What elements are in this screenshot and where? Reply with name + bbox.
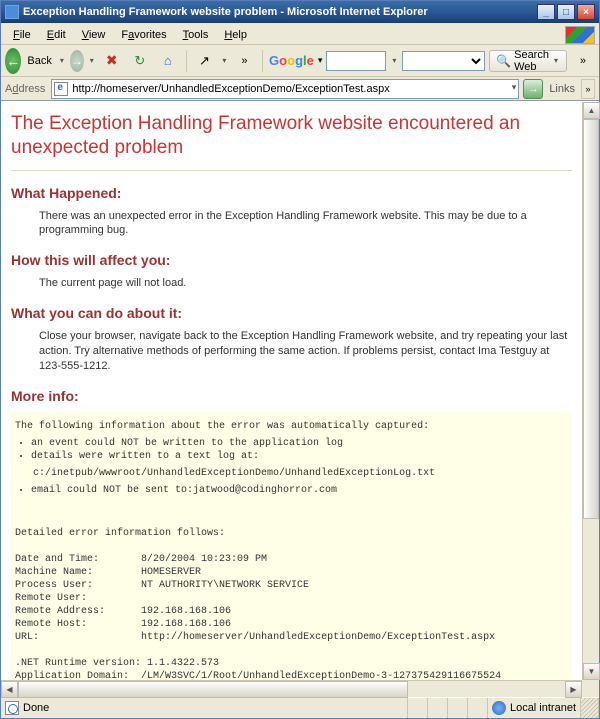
field-value: http://homeserver/UnhandledExceptionDemo… — [141, 632, 495, 643]
close-button[interactable]: × — [577, 4, 595, 20]
search-web-button[interactable]: 🔍 Search Web ▾ — [489, 50, 567, 72]
scroll-left-button[interactable]: ◀ — [1, 681, 18, 698]
back-dropdown-icon[interactable]: ▾ — [58, 56, 66, 65]
toolbar: ← Back ▾ → ▾ ✖ ↻ ⌂ ↗ ▾ » Google ▾ ▾ 🔍 Se… — [1, 45, 599, 77]
address-input[interactable]: http://homeserver/UnhandledExceptionDemo… — [51, 79, 519, 99]
field-label: Machine Name: — [15, 567, 93, 578]
more-info-panel: The following information about the erro… — [11, 412, 572, 680]
google-brand-icon: Google — [269, 53, 314, 68]
field-label: Remote Address: — [15, 606, 105, 617]
statusbar: Done Local intranet — [1, 697, 599, 718]
launch-dropdown-icon[interactable]: ▾ — [220, 56, 228, 65]
ie-icon — [5, 5, 19, 19]
scroll-thumb-vertical[interactable] — [583, 119, 599, 519]
zone-icon — [492, 701, 506, 715]
context-button[interactable]: » — [232, 49, 256, 73]
field-value: NT AUTHORITY\NETWORK SERVICE — [141, 580, 309, 591]
vertical-scrollbar[interactable]: ▲ ▼ — [582, 102, 599, 680]
page-icon — [54, 82, 68, 96]
text-affect: The current page will not load. — [39, 276, 572, 291]
launch-button[interactable]: ↗ — [192, 49, 216, 73]
heading-what-happened: What Happened: — [11, 185, 572, 201]
go-button[interactable]: → — [523, 79, 543, 99]
address-bar: Address http://homeserver/UnhandledExcep… — [1, 77, 599, 101]
field-label: Remote User: — [15, 593, 87, 604]
menu-help[interactable]: Help — [216, 27, 255, 43]
heading-more-info: More info: — [11, 388, 572, 404]
field-value: 192.168.168.106 — [141, 606, 231, 617]
scroll-corner — [582, 680, 599, 697]
toolbar-overflow[interactable]: » — [571, 49, 595, 73]
field-value: 1.1.4322.573 — [147, 658, 219, 669]
field-label: URL: — [15, 632, 39, 643]
scroll-up-button[interactable]: ▲ — [583, 102, 600, 119]
window-titlebar: Exception Handling Framework website pro… — [1, 1, 599, 23]
google-input-dropdown-icon[interactable]: ▾ — [390, 56, 398, 65]
heading-affect: How this will affect you: — [11, 252, 572, 268]
back-label[interactable]: Back — [25, 55, 53, 67]
menu-edit[interactable]: Edit — [39, 27, 74, 43]
menu-favorites[interactable]: Favorites — [113, 27, 174, 43]
scroll-right-button[interactable]: ▶ — [565, 681, 582, 698]
heading-action: What you can do about it: — [11, 305, 572, 321]
field-label: Date and Time: — [15, 554, 99, 565]
address-label: Address — [5, 83, 47, 95]
window-title: Exception Handling Framework website pro… — [23, 6, 537, 18]
links-label[interactable]: Links — [547, 83, 577, 95]
field-value: HOMESERVER — [141, 567, 201, 578]
page-title: The Exception Handling Framework website… — [11, 112, 572, 171]
stop-button[interactable]: ✖ — [100, 49, 124, 73]
moreinfo-detail-header: Detailed error information follows: — [15, 528, 225, 539]
forward-button[interactable]: → — [70, 50, 84, 72]
search-web-label: Search Web — [514, 49, 549, 73]
address-dropdown-icon[interactable]: ▾ — [512, 82, 517, 93]
google-search-input[interactable] — [326, 51, 386, 71]
google-scope-select[interactable] — [402, 51, 485, 71]
windows-flag-icon — [565, 26, 595, 44]
text-what-happened: There was an unexpected error in the Exc… — [39, 209, 572, 239]
field-value: /LM/W3SVC/1/Root/UnhandledExceptionDemo-… — [141, 671, 501, 680]
field-label: .NET Runtime version: — [15, 658, 141, 669]
forward-dropdown-icon[interactable]: ▾ — [88, 56, 96, 65]
minimize-button[interactable]: _ — [537, 4, 555, 20]
status-text: Done — [23, 702, 49, 714]
horizontal-scrollbar[interactable]: ◀ ▶ — [1, 680, 582, 697]
status-zone: Local intranet — [510, 702, 576, 714]
page-content: The Exception Handling Framework website… — [1, 102, 582, 680]
address-url: http://homeserver/UnhandledExceptionDemo… — [72, 83, 389, 95]
content-viewport: The Exception Handling Framework website… — [1, 101, 599, 697]
field-label: Process User: — [15, 580, 93, 591]
maximize-button[interactable]: □ — [557, 4, 575, 20]
moreinfo-bullet: details were written to a text log at: — [31, 450, 568, 463]
field-label: Application Domain: — [15, 671, 129, 680]
menu-file[interactable]: File — [5, 27, 39, 43]
moreinfo-logpath: c:/inetpub/wwwroot/UnhandledExceptionDem… — [33, 468, 435, 479]
field-value: 192.168.168.106 — [141, 619, 231, 630]
menubar: File Edit View Favorites Tools Help — [1, 23, 599, 45]
field-value: 8/20/2004 10:23:09 PM — [141, 554, 267, 565]
links-overflow[interactable]: » — [581, 79, 595, 99]
scroll-down-button[interactable]: ▼ — [583, 663, 600, 680]
moreinfo-bullet: email could NOT be sent to:jatwood@codin… — [31, 484, 568, 497]
refresh-button[interactable]: ↻ — [128, 49, 152, 73]
search-icon: 🔍 — [496, 54, 511, 68]
field-label: Remote Host: — [15, 619, 87, 630]
moreinfo-intro: The following information about the erro… — [15, 421, 429, 432]
moreinfo-bullet: an event could NOT be written to the app… — [31, 437, 568, 450]
home-button[interactable]: ⌂ — [156, 49, 180, 73]
page-icon — [5, 701, 19, 715]
text-action: Close your browser, navigate back to the… — [39, 329, 572, 374]
menu-view[interactable]: View — [74, 27, 114, 43]
menu-tools[interactable]: Tools — [175, 27, 217, 43]
scroll-thumb-horizontal[interactable] — [18, 681, 408, 698]
back-button[interactable]: ← — [5, 48, 21, 74]
resize-grip[interactable] — [581, 698, 599, 718]
